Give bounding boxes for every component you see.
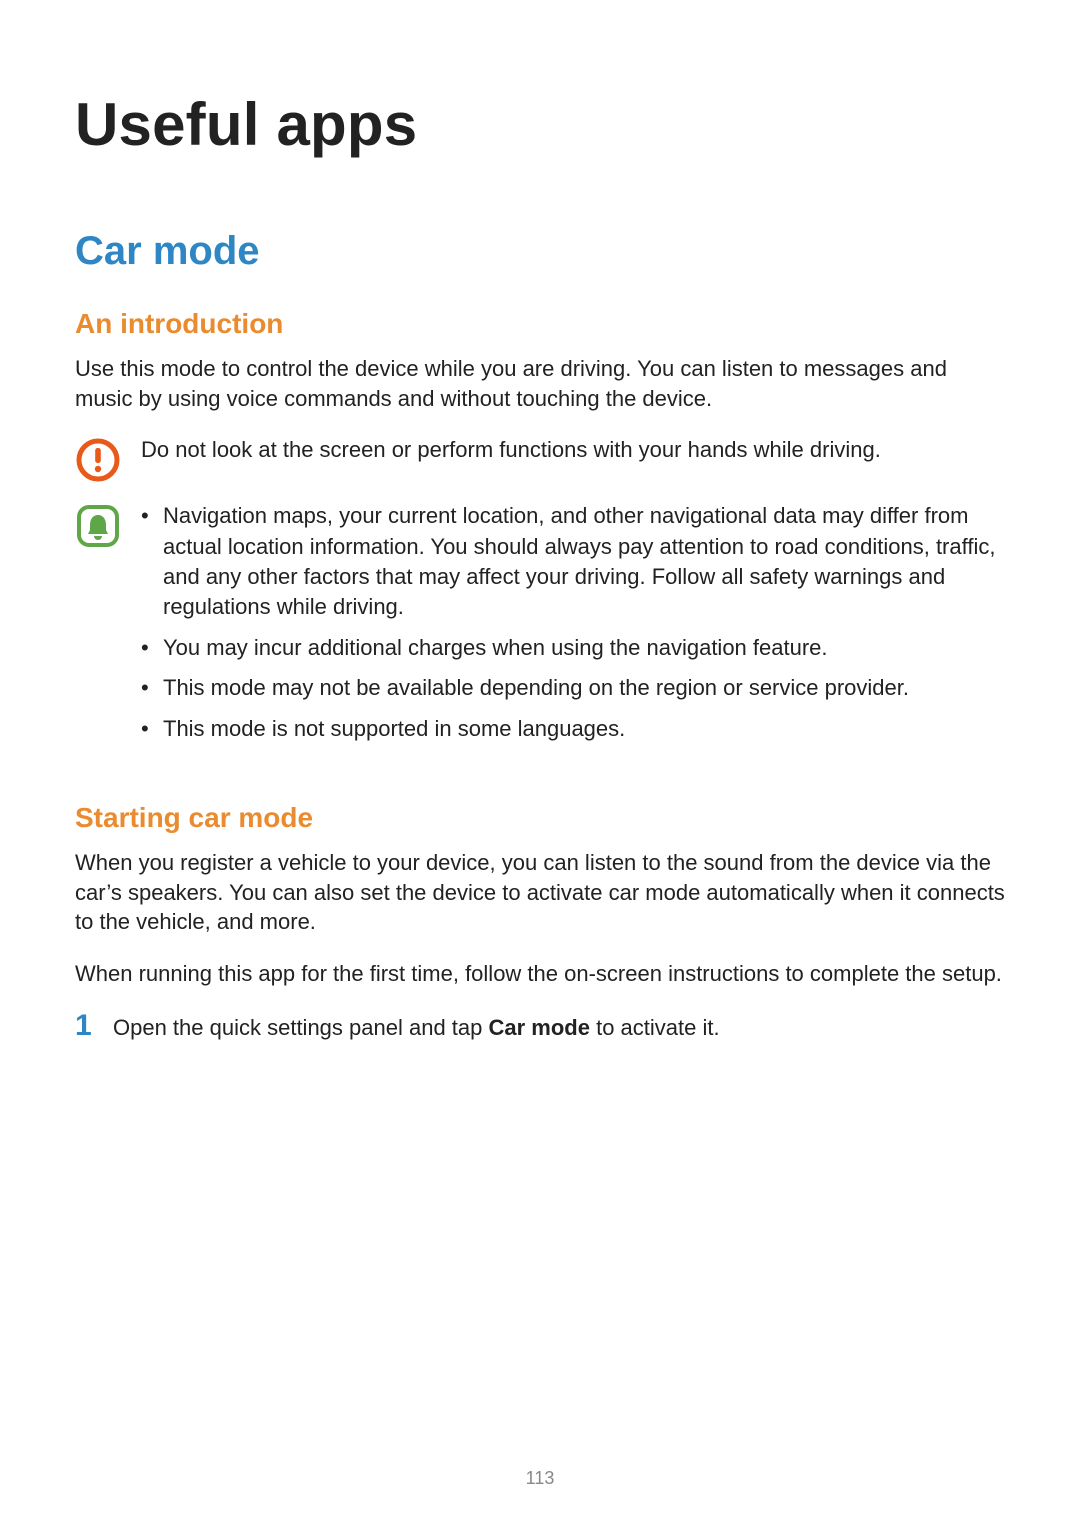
starting-paragraph-1: When you register a vehicle to your devi… — [75, 848, 1005, 937]
step-text-pre: Open the quick settings panel and tap — [113, 1015, 488, 1040]
intro-paragraph: Use this mode to control the device whil… — [75, 354, 1005, 413]
starting-paragraph-2: When running this app for the first time… — [75, 959, 1005, 989]
info-bullet-list: Navigation maps, your current location, … — [141, 501, 1005, 744]
step-text-post: to activate it. — [590, 1015, 720, 1040]
info-bell-icon — [75, 503, 121, 549]
warning-text: Do not look at the screen or perform fun… — [141, 435, 1005, 465]
list-item: You may incur additional charges when us… — [141, 633, 1005, 663]
step-text-bold: Car mode — [488, 1015, 589, 1040]
numbered-step: 1 Open the quick settings panel and tap … — [75, 1011, 1005, 1043]
step-text: Open the quick settings panel and tap Ca… — [113, 1013, 720, 1043]
warning-icon — [75, 437, 121, 483]
list-item: Navigation maps, your current location, … — [141, 501, 1005, 622]
info-note: Navigation maps, your current location, … — [75, 501, 1005, 754]
page-number: 113 — [0, 1468, 1080, 1489]
document-page: Useful apps Car mode An introduction Use… — [0, 0, 1080, 1527]
subsection-intro-heading: An introduction — [75, 308, 1005, 340]
chapter-title: Useful apps — [75, 90, 1005, 159]
warning-note: Do not look at the screen or perform fun… — [75, 435, 1005, 483]
list-item: This mode may not be available depending… — [141, 673, 1005, 703]
list-item: This mode is not supported in some langu… — [141, 714, 1005, 744]
step-number: 1 — [75, 1011, 97, 1041]
subsection-starting-heading: Starting car mode — [75, 802, 1005, 834]
section-title: Car mode — [75, 229, 1005, 274]
